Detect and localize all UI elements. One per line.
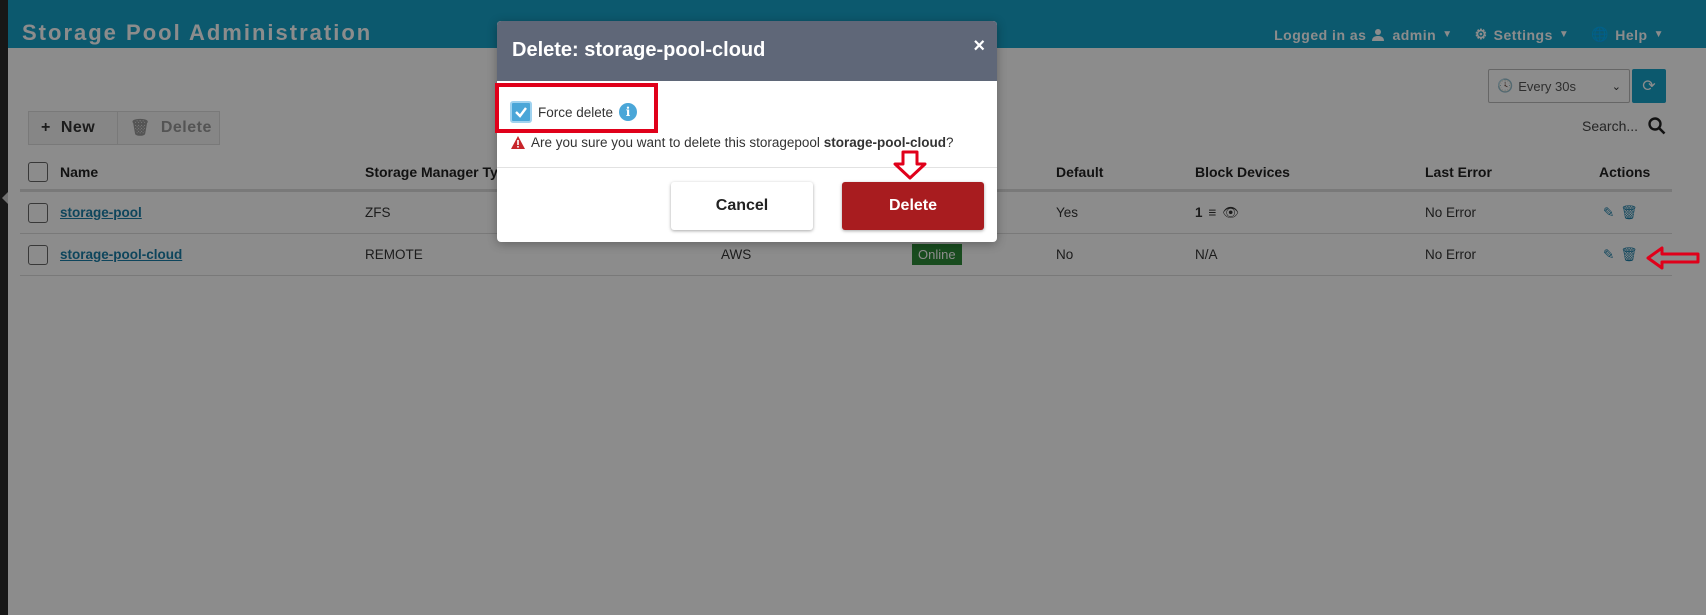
dialog-header: Delete: storage-pool-cloud × [497,21,997,81]
close-icon[interactable]: × [973,35,985,58]
warning-icon [511,136,525,149]
annotation-arrow-left-icon [1646,246,1700,270]
force-delete-option: Force delete i [510,101,638,123]
warning-pool-name: storage-pool-cloud [823,135,946,150]
confirm-delete-button[interactable]: Delete [842,182,984,230]
force-delete-label[interactable]: Force delete [538,105,613,120]
checkmark-icon [515,107,527,118]
annotation-arrow-down-icon [893,150,927,180]
dialog-title: Delete: storage-pool-cloud [512,39,766,61]
force-delete-checkbox[interactable] [510,101,532,123]
delete-warning: Are you sure you want to delete this sto… [511,135,953,150]
warning-end: ? [945,135,954,150]
cancel-button[interactable]: Cancel [671,182,813,230]
warning-text: Are you sure you want to delete this sto… [531,135,820,150]
delete-dialog: Delete: storage-pool-cloud × Force delet… [495,21,997,242]
info-icon[interactable]: i [619,103,638,121]
